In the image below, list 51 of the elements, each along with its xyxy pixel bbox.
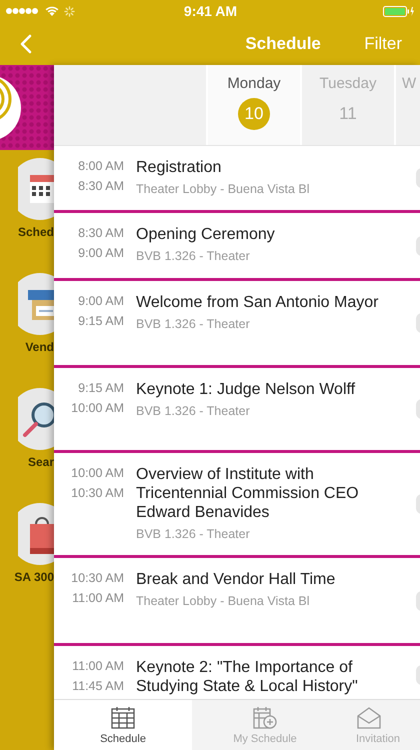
session-location: Theater Lobby - Buena Vista Bl: [136, 594, 310, 608]
session-row[interactable]: 8:30 AM 9:00 AM Opening Ceremony BVB 1.326 - Theater: [54, 213, 420, 281]
start-time: 8:00 AM: [78, 159, 124, 173]
end-time: 11:45 AM: [72, 679, 124, 693]
session-title: Overview of Institute with Tricentennial Commission CEO Edward Benavides: [136, 465, 360, 522]
calendar-icon: [110, 706, 136, 730]
loading-icon: [64, 6, 75, 16]
session-row[interactable]: 10:00 AM 10:30 AM Overview of Institute with Tricentennial Commission CEO Edward Benavides BVB 1.326 - Theater: [54, 453, 420, 558]
search-icon[interactable]: [18, 387, 54, 451]
session-row[interactable]: 8:00 AM 8:30 AM Registration Theater Lobby - Buena Vista Bl: [54, 146, 420, 213]
end-time: 8:30 AM: [78, 179, 124, 193]
start-time: 10:00 AM: [71, 466, 124, 480]
tab-item[interactable]: Schedule: [54, 700, 192, 750]
wifi-icon: [45, 6, 59, 16]
start-time: 9:15 AM: [78, 381, 124, 395]
sidebar-label[interactable]: Vend: [25, 340, 54, 354]
session-row[interactable]: 9:00 AM 9:15 AM Welcome from San Antonio Mayor BVB 1.326 - Theater: [54, 281, 420, 368]
end-time: 9:00 AM: [78, 246, 124, 260]
sidebar-label[interactable]: Sear: [28, 455, 54, 469]
signal-icon: [6, 7, 40, 15]
start-time: 8:30 AM: [78, 226, 124, 240]
back-icon: [20, 34, 32, 54]
nav-title: Schedule: [245, 34, 321, 54]
start-time: 10:30 AM: [71, 571, 124, 585]
session-location: BVB 1.326 - Theater: [136, 404, 251, 418]
back-button[interactable]: [20, 34, 32, 54]
end-time: 9:15 AM: [78, 314, 124, 328]
envelope-icon: [356, 706, 382, 730]
session-row[interactable]: 10:30 AM 11:00 AM Break and Vendor Hall Time Theater Lobby - Buena Vista Bl: [54, 558, 420, 646]
session-location: BVB 1.326 - Theater: [136, 249, 251, 263]
status-time: 9:41 AM: [184, 3, 238, 19]
session-location: Theater Lobby - Buena Vista Bl: [136, 182, 310, 196]
session-title: Keynote 2: "The Importance of Studying State & Local History": [136, 658, 359, 696]
sidebar-label[interactable]: SA 300: [14, 570, 54, 584]
battery-icon: [382, 6, 415, 16]
start-time: 11:00 AM: [72, 659, 124, 673]
day-tab[interactable]: Monday 10: [206, 65, 300, 145]
end-time: 11:00 AM: [72, 591, 124, 605]
session-location: BVB 1.326 - Theater: [136, 317, 251, 331]
session-location: BVB 1.326 - Theater: [136, 527, 251, 541]
start-time: 9:00 AM: [78, 294, 124, 308]
session-row[interactable]: 9:15 AM 10:00 AM Keynote 1: Judge Nelson Wolff BVB 1.326 - Theater: [54, 368, 420, 453]
session-title: Keynote 1: Judge Nelson Wolff: [136, 380, 356, 399]
calendar-add-icon: [252, 706, 278, 730]
end-time: 10:30 AM: [71, 486, 124, 500]
session-title: Break and Vendor Hall Time: [136, 570, 336, 589]
session-title: Registration: [136, 158, 222, 177]
session-title: Welcome from San Antonio Mayor: [136, 293, 380, 312]
session-title: Opening Ceremony: [136, 225, 276, 244]
sidebar-label[interactable]: Sched: [18, 225, 54, 239]
end-time: 10:00 AM: [71, 401, 124, 415]
